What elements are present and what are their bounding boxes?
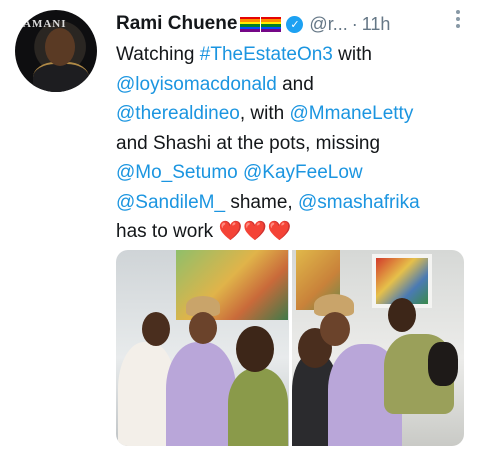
tweet-timestamp[interactable]: 11h — [362, 14, 391, 35]
tweet-photo[interactable] — [291, 250, 464, 446]
mention-link[interactable]: @therealdineo — [116, 103, 240, 124]
person-middle-head — [319, 312, 350, 346]
mention-link[interactable]: @Mo_Setumo — [116, 162, 238, 183]
hashtag-link[interactable]: #TheEstateOn3 — [200, 44, 333, 65]
rainbow-flag-icon — [261, 16, 282, 32]
person-right-head — [387, 298, 416, 332]
tweet-text-segment: , with — [239, 103, 290, 124]
heart-emoji: ❤️❤️❤️ — [218, 221, 293, 242]
tweet-media-grid — [116, 250, 464, 446]
more-options-icon[interactable] — [448, 10, 468, 28]
mention-link[interactable]: @SandileM_ — [116, 192, 225, 213]
tweet-text-segment: with — [332, 44, 372, 65]
mention-link[interactable]: @KayFeeLow — [243, 162, 363, 183]
mention-link[interactable]: @smashafrika — [298, 192, 420, 213]
dog — [427, 342, 458, 386]
tweet-text-segment: and — [276, 73, 314, 95]
tweet-text-segment: has to work — [116, 221, 219, 242]
person-right — [228, 368, 288, 446]
author-avatar[interactable]: AMANI — [15, 10, 97, 92]
tweet-text-segment: shame, — [225, 191, 298, 213]
mention-link[interactable]: @MmaneLetty — [290, 103, 414, 124]
author-name[interactable]: Rami Chuene — [116, 13, 237, 35]
verified-badge-icon: ✓ — [286, 15, 304, 33]
tweet-text-segment: Watching — [116, 44, 200, 65]
tweet-header: Rami Chuene ✓ @r... · 11h — [116, 12, 466, 36]
mention-link[interactable]: @loyisomacdonald — [116, 74, 277, 95]
person-middle — [166, 342, 236, 446]
meta-separator: · — [351, 13, 358, 34]
person-right-head — [236, 326, 274, 372]
tweet-text: Watching #TheEstateOn3 with @loyisomacdo… — [116, 40, 471, 247]
rainbow-flag-icon — [240, 16, 261, 32]
avatar-figure-face — [45, 28, 75, 66]
person-middle-head — [189, 312, 217, 344]
person-left-head — [142, 312, 170, 346]
tweet-photo[interactable] — [116, 250, 289, 446]
author-handle[interactable]: @r... — [309, 14, 347, 35]
tweet-text-segment: and Shashi at the pots, missing — [116, 132, 381, 154]
avatar-figure-dress — [33, 62, 89, 92]
